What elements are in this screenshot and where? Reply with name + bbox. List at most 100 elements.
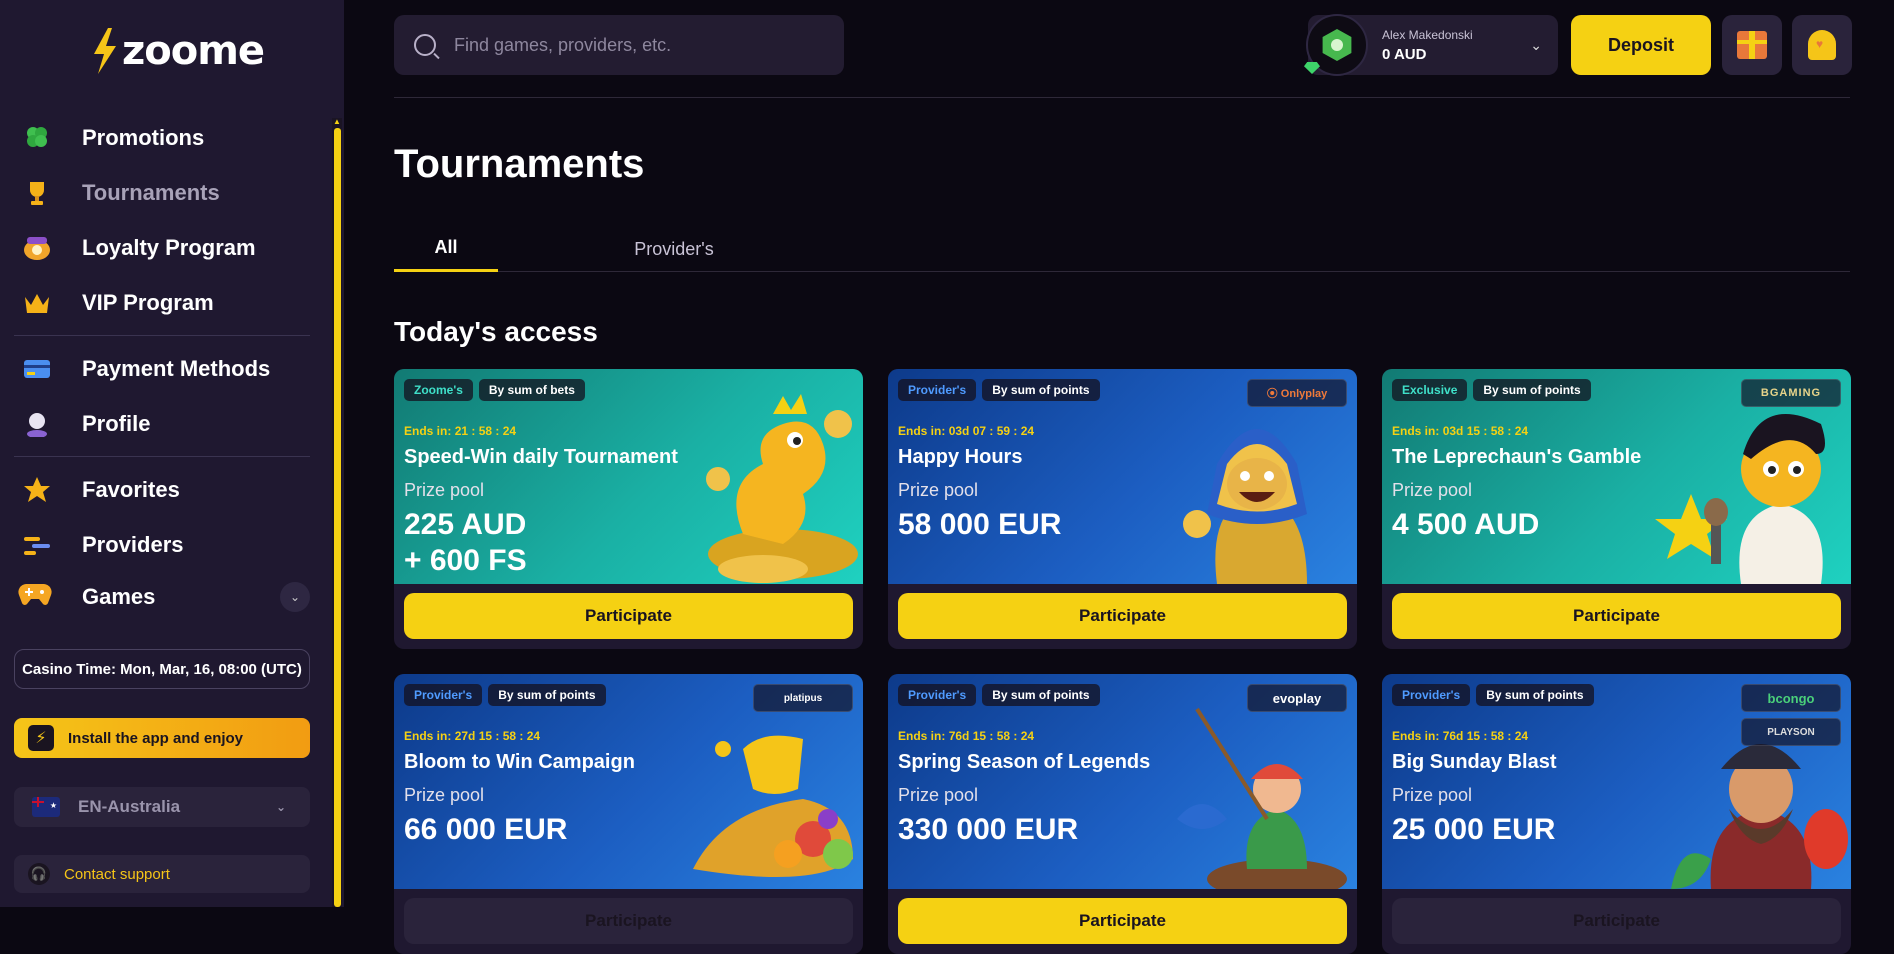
contact-support-button[interactable]: 🎧 Contact support [14,855,310,893]
mode-badge: By sum of points [982,379,1100,401]
tabs: All Provider's [394,226,1850,272]
casino-time: Casino Time: Mon, Mar, 16, 08:00 (UTC) [14,649,310,689]
tournament-card[interactable]: Provider's By sum of points ⦿ Onlyplay E… [888,369,1357,649]
prize-pool-label: Prize pool [1392,785,1473,805]
cornucopia-art-icon [693,735,853,877]
bell-icon [1808,30,1836,60]
sidebar-scrollbar-thumb[interactable] [334,128,341,907]
language-label: EN-Australia [78,797,181,816]
sidebar-item-games[interactable]: Games ⌄ [14,580,310,614]
sidebar-item-payment[interactable]: Payment Methods [14,341,310,396]
install-app-button[interactable]: ⚡ Install the app and enjoy [14,718,310,758]
mode-badge: By sum of points [488,684,606,706]
participate-button[interactable]: Participate [1392,898,1841,944]
section-title: Today's access [394,316,598,347]
tournament-card[interactable]: Provider's By sum of points evoplay Ends… [888,674,1357,954]
mode-badge: By sum of points [1473,379,1591,401]
type-badge: Zoome's [404,379,473,401]
chevron-down-icon: ⌄ [1530,36,1542,53]
prize-pool-label: Prize pool [1392,480,1473,500]
star-icon [22,475,52,505]
sidebar-item-promotions[interactable]: Promotions [14,110,310,165]
provider-logo: evoplay [1247,684,1347,712]
sidebar-item-providers[interactable]: Providers [14,517,310,572]
tab-all[interactable]: All [394,226,498,272]
sidebar-item-label: Payment Methods [82,355,271,381]
divider [14,456,310,457]
card-banner: Provider's By sum of points platipus End… [394,674,863,889]
prize-amount: 330 000 EUR [898,813,1079,846]
tournament-name: Speed-Win daily Tournament [404,446,678,468]
zoome-logo[interactable]: zoome [90,28,265,74]
provider-logo: PLAYSON [1741,718,1841,746]
providers-icon [22,530,52,560]
ends-in: Ends in: 27d 15 : 58 : 24 [404,729,541,743]
mode-badge: By sum of bets [478,379,585,401]
type-badge: Provider's [404,684,483,706]
chevron-down-icon[interactable]: ⌄ [280,582,310,612]
participate-button[interactable]: Participate [1392,593,1841,639]
participate-button[interactable]: Participate [404,898,853,944]
level-badge-icon [1322,29,1352,61]
gift-icon [1737,31,1767,59]
language-select[interactable]: EN-Australia ⌄ [14,787,310,827]
tournament-card[interactable]: Zoome's By sum of bets Ends in: 21 : 58 … [394,369,863,649]
tournament-card[interactable]: Provider's By sum of points platipus End… [394,674,863,954]
prize-amount: 4 500 AUD [1392,508,1540,541]
headset-icon: 🎧 [28,863,50,885]
tournament-name: Spring Season of Legends [898,751,1151,773]
card-icon [22,354,52,384]
australia-flag-icon [32,797,60,817]
participate-button[interactable]: Participate [898,593,1347,639]
support-label: Contact support [64,865,170,883]
pharaoh-art-icon [1183,429,1307,584]
ends-in: Ends in: 03d 15 : 58 : 24 [1392,424,1529,438]
trophy-icon [22,178,52,208]
provider-logo: bcongo [1741,684,1841,712]
golden-lizard-art-icon [706,394,858,583]
tournament-name: Bloom to Win Campaign [404,751,635,773]
participate-button[interactable]: Participate [898,898,1347,944]
fisherman-art-icon [1177,707,1347,889]
user-balance: 0 AUD [1382,45,1427,63]
deposit-button[interactable]: Deposit [1571,15,1711,75]
lizard-singer-art-icon [1655,414,1825,584]
sidebar-nav: Promotions Tournaments Loyalty Program V… [14,110,310,572]
sidebar-item-label: Profile [82,410,151,436]
prize-amount: 58 000 EUR [898,508,1062,541]
ends-in: Ends in: 03d 07 : 59 : 24 [898,424,1035,438]
type-badge: Exclusive [1392,379,1468,401]
provider-logo: BGAMING [1741,379,1841,407]
ends-in: Ends in: 76d 15 : 58 : 24 [1392,729,1529,743]
sidebar-item-label: Providers [82,531,184,557]
bolt-icon [94,28,116,74]
sidebar-item-tournaments[interactable]: Tournaments [14,165,310,220]
prize-amount: 25 000 EUR [1392,813,1556,846]
clover-icon [22,123,52,153]
page-title: Tournaments [394,142,645,186]
mode-badge: By sum of points [1476,684,1594,706]
sidebar-item-profile[interactable]: Profile [14,396,310,451]
sidebar-item-label: Promotions [82,124,205,150]
user-account-dropdown[interactable]: Alex Makedonski 0 AUD ⌄ [1304,14,1558,76]
prize-amount: 225 AUD + 600 FS [404,508,527,577]
search-box[interactable] [394,15,844,75]
sidebar-item-favorites[interactable]: Favorites [14,462,310,517]
tournament-name: The Leprechaun's Gamble [1392,446,1642,468]
type-badge: Provider's [1392,684,1471,706]
gift-button[interactable] [1722,15,1782,75]
sidebar-item-label: Favorites [82,476,180,502]
scroll-up-arrow-icon[interactable]: ▲ [332,118,342,126]
user-name: Alex Makedonski [1382,27,1473,42]
participate-button[interactable]: Participate [404,593,853,639]
sidebar-item-vip[interactable]: VIP Program [14,275,310,330]
card-banner: Exclusive By sum of points BGAMING Ends … [1382,369,1851,584]
logo-text: zoome [122,28,265,74]
sidebar-item-label: Tournaments [82,179,220,205]
notifications-button[interactable] [1792,15,1852,75]
tournament-card[interactable]: Exclusive By sum of points BGAMING Ends … [1382,369,1851,649]
tab-providers[interactable]: Provider's [594,226,754,272]
tournament-card[interactable]: Provider's By sum of points bcongo PLAYS… [1382,674,1851,954]
search-input[interactable] [454,34,814,56]
sidebar-item-loyalty[interactable]: Loyalty Program [14,220,310,275]
